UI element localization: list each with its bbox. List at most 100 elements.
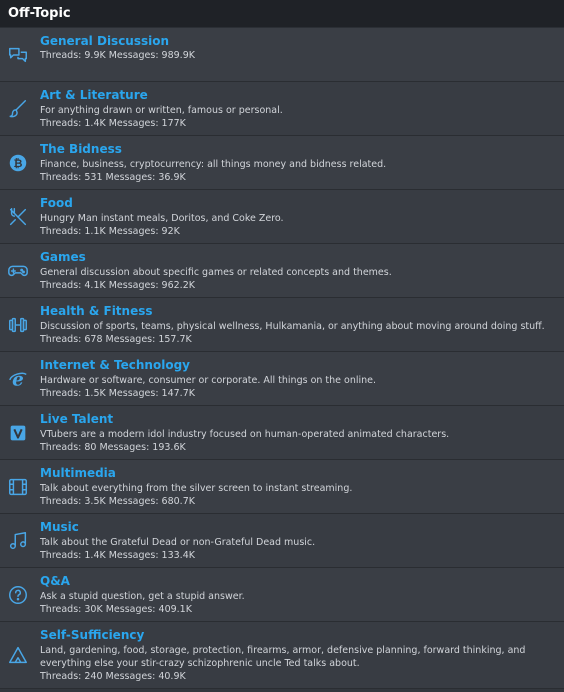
forum-node-general-discussion[interactable]: General Discussion Threads: 9.9K Messages… — [0, 28, 564, 82]
node-description: Hardware or software, consumer or corpor… — [40, 375, 377, 386]
node-description: Talk about the Grateful Dead or non-Grat… — [40, 537, 316, 548]
threads-count: Threads: 240 — [40, 671, 103, 682]
node-description: For anything drawn or written, famous or… — [40, 105, 283, 116]
node-title-link[interactable]: Q&A — [40, 574, 560, 589]
gamepad-icon — [0, 244, 36, 297]
messages-count: Messages: 92K — [108, 226, 180, 237]
messages-count: Messages: 147.7K — [108, 388, 195, 399]
node-main: The Bidness Finance, business, cryptocur… — [36, 136, 564, 189]
internet-explorer-icon: e — [0, 352, 36, 405]
node-stats: Threads: 678 Messages: 157.7K — [40, 333, 560, 346]
messages-count: Messages: 193.6K — [99, 442, 186, 453]
node-main: Internet & Technology Hardware or softwa… — [36, 352, 564, 405]
threads-count: Threads: 4.1K — [40, 280, 106, 291]
node-title-link[interactable]: Self-Sufficiency — [40, 628, 560, 643]
messages-count: Messages: 680.7K — [108, 496, 195, 507]
node-title-link[interactable]: Health & Fitness — [40, 304, 560, 319]
node-title-link[interactable]: Multimedia — [40, 466, 560, 481]
node-main: Health & Fitness Discussion of sports, t… — [36, 298, 564, 351]
film-icon — [0, 460, 36, 513]
threads-count: Threads: 80 — [40, 442, 97, 453]
node-stats: Threads: 80 Messages: 193.6K — [40, 441, 560, 454]
forum-node-multimedia[interactable]: Multimedia Talk about everything from th… — [0, 460, 564, 514]
threads-count: Threads: 1.1K — [40, 226, 106, 237]
forum-node-art-literature[interactable]: Art & Literature For anything drawn or w… — [0, 82, 564, 136]
messages-count: Messages: 989.9K — [108, 50, 195, 61]
svg-text:e: e — [12, 369, 24, 390]
node-title-link[interactable]: Games — [40, 250, 560, 265]
node-title-link[interactable]: Live Talent — [40, 412, 560, 427]
node-stats: Threads: 30K Messages: 409.1K — [40, 603, 560, 616]
svg-text:₿: ₿ — [14, 157, 23, 170]
music-note-icon — [0, 514, 36, 567]
node-stats: Threads: 1.4K Messages: 133.4K — [40, 549, 560, 562]
node-description: Finance, business, cryptocurrency: all t… — [40, 159, 387, 170]
node-title-link[interactable]: General Discussion — [40, 34, 560, 49]
node-main: Music Talk about the Grateful Dead or no… — [36, 514, 564, 567]
forum-node-q-and-a[interactable]: Q&A Ask a stupid question, get a stupid … — [0, 568, 564, 622]
messages-count: Messages: 133.4K — [108, 550, 195, 561]
forum-node-health-fitness[interactable]: Health & Fitness Discussion of sports, t… — [0, 298, 564, 352]
forum-node-games[interactable]: Games General discussion about specific … — [0, 244, 564, 298]
node-title-link[interactable]: Internet & Technology — [40, 358, 560, 373]
threads-count: Threads: 1.4K — [40, 118, 106, 129]
threads-count: Threads: 3.5K — [40, 496, 106, 507]
node-title-link[interactable]: Art & Literature — [40, 88, 560, 103]
node-stats: Threads: 531 Messages: 36.9K — [40, 171, 560, 184]
messages-count: Messages: 40.9K — [105, 671, 186, 682]
utensils-icon — [0, 190, 36, 243]
node-description: Hungry Man instant meals, Doritos, and C… — [40, 213, 284, 224]
node-stats: Threads: 1.5K Messages: 147.7K — [40, 387, 560, 400]
threads-count: Threads: 9.9K — [40, 50, 106, 61]
node-main: Games General discussion about specific … — [36, 244, 564, 297]
node-list: General Discussion Threads: 9.9K Messages… — [0, 28, 564, 689]
threads-count: Threads: 1.4K — [40, 550, 106, 561]
node-title-link[interactable]: Music — [40, 520, 560, 535]
chat-bubbles-icon — [0, 28, 36, 81]
node-stats: Threads: 1.1K Messages: 92K — [40, 225, 560, 238]
node-main: Q&A Ask a stupid question, get a stupid … — [36, 568, 564, 621]
forum-node-food[interactable]: Food Hungry Man instant meals, Doritos, … — [0, 190, 564, 244]
node-description: General discussion about specific games … — [40, 267, 392, 278]
node-main: Live Talent VTubers are a modern idol in… — [36, 406, 564, 459]
node-description: Land, gardening, food, storage, protecti… — [40, 645, 526, 669]
node-main: Art & Literature For anything drawn or w… — [36, 82, 564, 135]
forum-node-the-bidness[interactable]: ₿ The Bidness Finance, business, cryptoc… — [0, 136, 564, 190]
paintbrush-icon — [0, 82, 36, 135]
forum-node-self-sufficiency[interactable]: Self-Sufficiency Land, gardening, food, … — [0, 622, 564, 689]
messages-count: Messages: 177K — [108, 118, 186, 129]
node-main: Self-Sufficiency Land, gardening, food, … — [36, 622, 564, 688]
forum-node-internet-technology[interactable]: e Internet & Technology Hardware or soft… — [0, 352, 564, 406]
node-main: General Discussion Threads: 9.9K Messages… — [36, 28, 564, 81]
vtuber-v-icon — [0, 406, 36, 459]
question-circle-icon — [0, 568, 36, 621]
node-stats: Threads: 3.5K Messages: 680.7K — [40, 495, 560, 508]
bitcoin-icon: ₿ — [0, 136, 36, 189]
node-description: Ask a stupid question, get a stupid answ… — [40, 591, 245, 602]
node-description: Talk about everything from the silver sc… — [40, 483, 353, 494]
campfire-tent-icon — [0, 622, 36, 688]
forum-category: Off-Topic General Discussion Threads: 9.… — [0, 0, 564, 692]
node-stats: Threads: 240 Messages: 40.9K — [40, 670, 560, 683]
node-main: Food Hungry Man instant meals, Doritos, … — [36, 190, 564, 243]
threads-count: Threads: 30K — [40, 604, 103, 615]
node-stats: Threads: 1.4K Messages: 177K — [40, 117, 560, 130]
threads-count: Threads: 531 — [40, 172, 103, 183]
messages-count: Messages: 409.1K — [105, 604, 192, 615]
messages-count: Messages: 962.2K — [108, 280, 195, 291]
threads-count: Threads: 678 — [40, 334, 103, 345]
node-title-link[interactable]: Food — [40, 196, 560, 211]
node-title-link[interactable]: The Bidness — [40, 142, 560, 157]
threads-count: Threads: 1.5K — [40, 388, 106, 399]
category-header[interactable]: Off-Topic — [0, 0, 564, 28]
node-description: VTubers are a modern idol industry focus… — [40, 429, 450, 440]
category-title[interactable]: Off-Topic — [8, 6, 71, 21]
node-stats: Threads: 4.1K Messages: 962.2K — [40, 279, 560, 292]
forum-node-music[interactable]: Music Talk about the Grateful Dead or no… — [0, 514, 564, 568]
node-main: Multimedia Talk about everything from th… — [36, 460, 564, 513]
forum-node-live-talent[interactable]: Live Talent VTubers are a modern idol in… — [0, 406, 564, 460]
dumbbell-icon — [0, 298, 36, 351]
messages-count: Messages: 157.7K — [105, 334, 192, 345]
node-stats: Threads: 9.9K Messages: 989.9K — [40, 49, 560, 62]
node-description: Discussion of sports, teams, physical we… — [40, 321, 545, 332]
